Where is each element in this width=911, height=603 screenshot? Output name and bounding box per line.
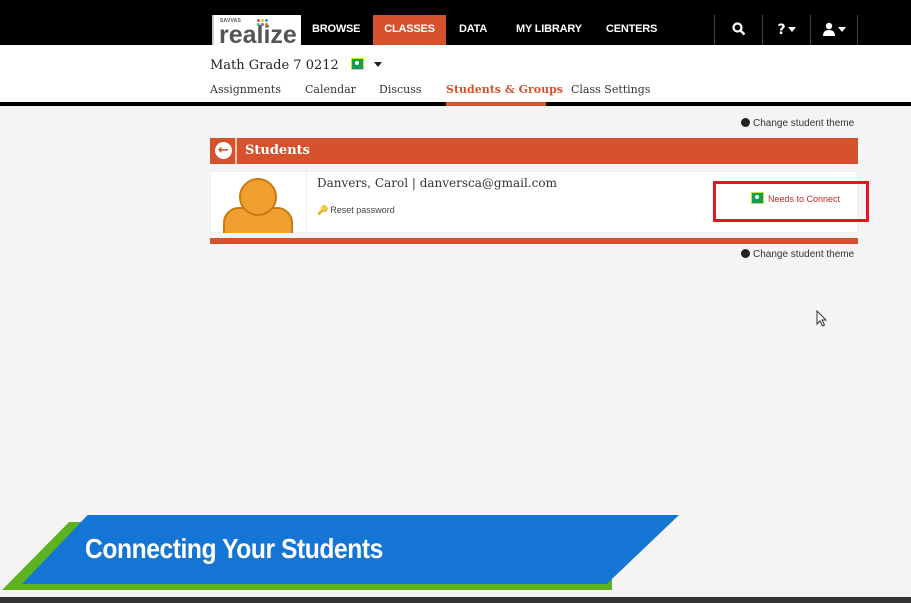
video-controls-bar bbox=[0, 597, 911, 603]
nav-classes-label: CLASSES bbox=[384, 23, 435, 35]
nav-my-library[interactable]: MY LIBRARY bbox=[516, 15, 582, 45]
search-button[interactable] bbox=[714, 15, 762, 45]
mouse-cursor-icon bbox=[816, 310, 828, 327]
students-section-footer bbox=[210, 238, 858, 244]
key-icon: 🔑 bbox=[317, 205, 329, 215]
nav-browse[interactable]: BROWSE bbox=[312, 15, 364, 45]
user-icon bbox=[823, 22, 835, 36]
reset-password-label: Reset password bbox=[330, 205, 395, 215]
banner-title: Connecting Your Students bbox=[85, 533, 383, 564]
students-section-header: ← Students bbox=[210, 138, 858, 164]
chevron-down-icon bbox=[838, 27, 846, 32]
palette-icon bbox=[741, 118, 750, 127]
tab-calendar[interactable]: Calendar bbox=[305, 83, 356, 96]
palette-icon bbox=[741, 249, 750, 258]
nav-classes[interactable]: CLASSES bbox=[373, 15, 446, 45]
class-title-dropdown[interactable]: Math Grade 7 0212 bbox=[210, 58, 383, 73]
tab-students-groups[interactable]: Students & Groups bbox=[446, 83, 563, 96]
search-icon bbox=[731, 22, 745, 36]
active-tab-indicator bbox=[446, 102, 546, 106]
tab-discuss[interactable]: Discuss bbox=[379, 83, 422, 96]
chevron-down-icon bbox=[374, 62, 383, 67]
reset-password-link[interactable]: 🔑 Reset password bbox=[317, 205, 395, 216]
back-button[interactable]: ← bbox=[210, 138, 237, 164]
change-theme-label: Change student theme bbox=[753, 249, 855, 260]
avatar-head bbox=[239, 178, 277, 216]
change-student-theme-link-top[interactable]: Change student theme bbox=[741, 118, 854, 129]
class-header: Math Grade 7 0212 Assignments Calendar D… bbox=[0, 45, 911, 104]
highlight-annotation-box bbox=[713, 181, 869, 222]
back-arrow-icon: ← bbox=[215, 142, 232, 159]
change-student-theme-link-bottom[interactable]: Change student theme bbox=[741, 249, 854, 260]
change-theme-label: Change student theme bbox=[753, 118, 855, 129]
google-classroom-icon bbox=[350, 58, 364, 70]
class-title: Math Grade 7 0212 bbox=[210, 58, 339, 73]
account-menu-button[interactable] bbox=[810, 15, 858, 45]
nav-data-label: DATA bbox=[459, 23, 488, 35]
avatar bbox=[211, 172, 307, 233]
nav-browse-label: BROWSE bbox=[312, 23, 361, 35]
top-navigation-bar: SAVVAS realize BROWSE CLASSES DATA MY LI… bbox=[0, 0, 911, 49]
nav-my-library-label: MY LIBRARY bbox=[516, 23, 582, 35]
help-icon: ? bbox=[777, 22, 786, 38]
nav-data[interactable]: DATA bbox=[459, 15, 493, 45]
tab-class-settings[interactable]: Class Settings bbox=[571, 83, 650, 96]
savvas-realize-logo[interactable]: SAVVAS realize bbox=[212, 15, 301, 49]
help-menu-button[interactable]: ? bbox=[762, 15, 810, 45]
nav-centers-label: CENTERS bbox=[606, 23, 658, 35]
nav-centers[interactable]: CENTERS bbox=[606, 15, 658, 45]
chevron-down-icon bbox=[787, 27, 796, 32]
student-name-email: Danvers, Carol | danversca@gmail.com bbox=[317, 176, 557, 190]
tab-assignments[interactable]: Assignments bbox=[210, 83, 281, 96]
students-title: Students bbox=[245, 143, 310, 158]
